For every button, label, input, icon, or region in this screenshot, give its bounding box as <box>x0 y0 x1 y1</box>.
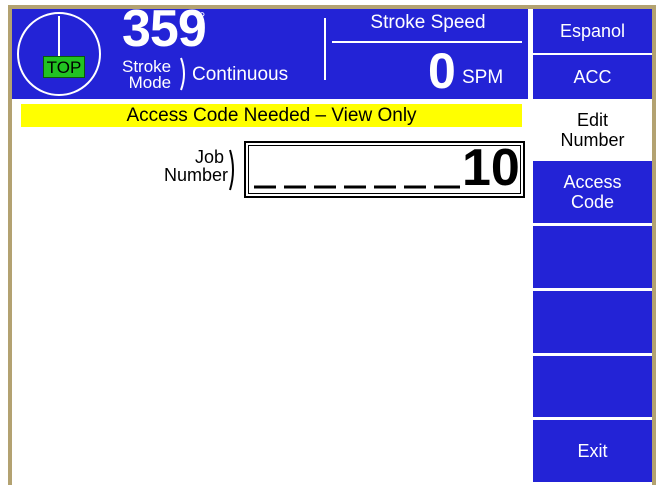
job-number-empty-slots <box>254 185 460 189</box>
softkey-access-code[interactable]: Access Code <box>533 161 652 223</box>
access-code-banner: Access Code Needed – View Only <box>21 104 522 127</box>
softkey-blank-2[interactable] <box>533 291 652 353</box>
softkey-edit-number-line2: Number <box>560 130 625 150</box>
softkey-blank-1[interactable] <box>533 226 652 288</box>
stroke-mode-label-line2: Mode <box>128 73 172 92</box>
softkey-acc-label: ACC <box>573 67 612 87</box>
stroke-speed-unit: SPM <box>462 67 504 88</box>
job-number-label-line1: Job <box>194 147 224 167</box>
stroke-speed-label: Stroke Speed <box>370 12 486 33</box>
stroke-speed-value: 0 <box>428 43 456 99</box>
degree-symbol: ° <box>199 10 206 27</box>
softkey-espanol[interactable]: Espanol <box>533 9 652 53</box>
softkey-espanol-label: Espanol <box>559 21 626 41</box>
mode-bracket-icon <box>180 57 185 91</box>
softkey-access-code-line2: Code <box>570 192 615 212</box>
crank-angle-value: 359 <box>122 0 207 58</box>
softkey-edit-number-line1: Edit <box>576 110 609 130</box>
stroke-speed-rule <box>332 41 522 43</box>
dial-hand <box>58 16 60 56</box>
softkey-blank-3[interactable] <box>533 356 652 417</box>
job-bracket-icon <box>229 149 234 191</box>
job-number-label-line2: Number <box>164 165 229 185</box>
softkey-edit-number[interactable]: Edit Number <box>533 102 652 158</box>
header-divider <box>324 18 326 80</box>
softkey-acc[interactable]: ACC <box>533 55 652 99</box>
stroke-mode-value: Continuous <box>192 64 289 85</box>
job-number-label: Job Number <box>164 147 229 185</box>
job-number-value: 10 <box>462 139 520 197</box>
stroke-mode-label: Stroke Mode <box>122 58 172 92</box>
softkey-access-code-line1: Access <box>563 172 622 192</box>
softkey-exit[interactable]: Exit <box>533 420 652 482</box>
softkey-exit-label: Exit <box>577 441 608 461</box>
top-position-badge: TOP <box>43 56 85 78</box>
